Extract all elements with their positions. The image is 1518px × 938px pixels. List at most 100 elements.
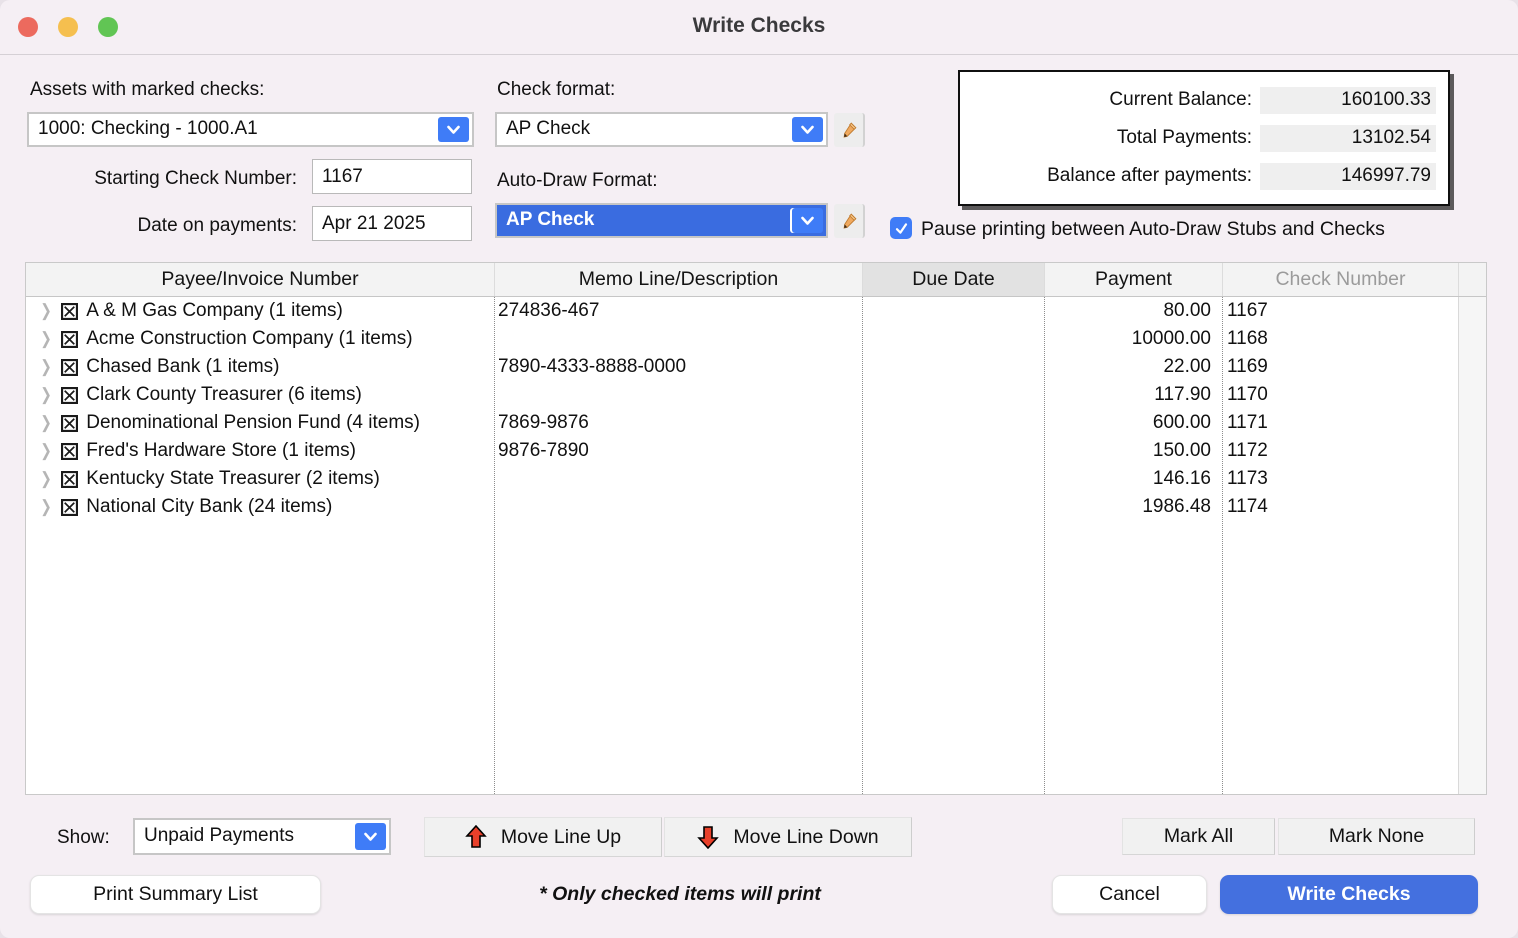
disclosure-chevron-icon[interactable]: ❯ (40, 385, 51, 405)
column-header-memo[interactable]: Memo Line/Description (494, 263, 862, 296)
check-format-label: Check format: (497, 79, 615, 101)
window-title: Write Checks (0, 14, 1518, 38)
table-row[interactable]: ❯ Acme Construction Company (1 items) 10… (26, 325, 1486, 353)
column-header-payee[interactable]: Payee/Invoice Number (26, 263, 494, 296)
table-body: ❯ A & M Gas Company (1 items) 274836-467… (26, 297, 1486, 794)
chevron-down-icon[interactable] (792, 208, 823, 233)
row-checkbox[interactable] (61, 387, 78, 404)
disclosure-chevron-icon[interactable]: ❯ (40, 301, 51, 321)
mark-all-button[interactable]: Mark All (1122, 818, 1275, 855)
column-header-spacer (1458, 263, 1486, 296)
mark-none-label: Mark None (1329, 825, 1424, 848)
show-filter-combo[interactable]: Unpaid Payments (133, 818, 391, 855)
payee-name: Clark County Treasurer (6 items) (86, 384, 362, 406)
payee-name: Kentucky State Treasurer (2 items) (86, 468, 380, 490)
pause-printing-label: Pause printing between Auto-Draw Stubs a… (921, 218, 1385, 241)
edit-autodraw-format-button[interactable] (834, 204, 865, 238)
red-down-arrow-icon (697, 825, 719, 849)
chevron-down-icon[interactable] (438, 117, 469, 142)
row-checkbox[interactable] (61, 499, 78, 516)
table-row[interactable]: ❯ Fred's Hardware Store (1 items) 9876-7… (26, 437, 1486, 465)
row-checkbox[interactable] (61, 415, 78, 432)
write-checks-button[interactable]: Write Checks (1220, 875, 1478, 914)
check-number-cell: 1174 (1222, 496, 1458, 518)
move-line-up-button[interactable]: Move Line Up (424, 817, 662, 857)
balance-summary-box: Current Balance: 160100.33 Total Payment… (958, 70, 1450, 206)
memo-cell: 7890-4333-8888-0000 (494, 356, 862, 378)
red-up-arrow-icon (465, 825, 487, 849)
table-row[interactable]: ❯ Kentucky State Treasurer (2 items) 146… (26, 465, 1486, 493)
show-filter-value: Unpaid Payments (144, 825, 294, 847)
payments-table: Payee/Invoice Number Memo Line/Descripti… (25, 262, 1487, 795)
balance-after-label: Balance after payments: (1047, 165, 1252, 187)
move-line-down-button[interactable]: Move Line Down (664, 817, 912, 857)
check-number-cell: 1169 (1222, 356, 1458, 378)
autodraw-format-combo[interactable]: AP Check (495, 203, 828, 238)
row-checkbox[interactable] (61, 303, 78, 320)
pencil-icon (840, 121, 858, 139)
row-checkbox[interactable] (61, 331, 78, 348)
starting-check-label: Starting Check Number: (30, 168, 297, 190)
column-header-check-number[interactable]: Check Number (1222, 263, 1458, 296)
print-summary-label: Print Summary List (93, 883, 258, 906)
check-number-cell: 1167 (1222, 300, 1458, 322)
date-label: Date on payments: (30, 215, 297, 237)
edit-check-format-button[interactable] (834, 113, 865, 147)
assets-combo[interactable]: 1000: Checking - 1000.A1 (27, 112, 474, 147)
only-checked-note: * Only checked items will print (430, 883, 930, 906)
disclosure-chevron-icon[interactable]: ❯ (40, 413, 51, 433)
vertical-scrollbar[interactable] (1458, 297, 1486, 794)
disclosure-chevron-icon[interactable]: ❯ (40, 329, 51, 349)
disclosure-chevron-icon[interactable]: ❯ (40, 441, 51, 461)
chevron-down-icon[interactable] (792, 117, 823, 142)
total-payments-label: Total Payments: (1117, 127, 1252, 149)
cancel-label: Cancel (1099, 883, 1160, 906)
payee-name: A & M Gas Company (1 items) (86, 300, 343, 322)
table-row[interactable]: ❯ Chased Bank (1 items) 7890-4333-8888-0… (26, 353, 1486, 381)
table-row[interactable]: ❯ Denominational Pension Fund (4 items) … (26, 409, 1486, 437)
payee-name: Acme Construction Company (1 items) (86, 328, 412, 350)
check-format-combo[interactable]: AP Check (495, 112, 828, 147)
column-divider (1044, 297, 1045, 794)
payee-name: National City Bank (24 items) (86, 496, 332, 518)
assets-combo-value: 1000: Checking - 1000.A1 (38, 118, 258, 140)
payment-cell: 117.90 (1044, 384, 1222, 406)
move-line-up-label: Move Line Up (501, 826, 621, 849)
column-divider (862, 297, 863, 794)
checkmark-icon (894, 221, 909, 236)
chevron-down-icon[interactable] (355, 823, 386, 850)
disclosure-chevron-icon[interactable]: ❯ (40, 497, 51, 517)
memo-cell: 9876-7890 (494, 440, 862, 462)
check-number-cell: 1168 (1222, 328, 1458, 350)
row-checkbox[interactable] (61, 471, 78, 488)
row-checkbox[interactable] (61, 359, 78, 376)
check-number-cell: 1171 (1222, 412, 1458, 434)
row-checkbox[interactable] (61, 443, 78, 460)
disclosure-chevron-icon[interactable]: ❯ (40, 469, 51, 489)
starting-check-input[interactable] (312, 159, 472, 194)
payment-cell: 150.00 (1044, 440, 1222, 462)
column-header-due-date[interactable]: Due Date (862, 263, 1044, 296)
date-input[interactable] (312, 206, 472, 241)
check-number-cell: 1173 (1222, 468, 1458, 490)
column-header-payment[interactable]: Payment (1044, 263, 1222, 296)
payee-name: Denominational Pension Fund (4 items) (86, 412, 420, 434)
mark-none-button[interactable]: Mark None (1278, 818, 1475, 855)
disclosure-chevron-icon[interactable]: ❯ (40, 357, 51, 377)
move-line-down-label: Move Line Down (733, 826, 878, 849)
memo-cell: 274836-467 (494, 300, 862, 322)
check-number-cell: 1170 (1222, 384, 1458, 406)
payment-cell: 80.00 (1044, 300, 1222, 322)
table-row[interactable]: ❯ A & M Gas Company (1 items) 274836-467… (26, 297, 1486, 325)
total-payments-value: 13102.54 (1260, 125, 1436, 152)
current-balance-label: Current Balance: (1109, 89, 1252, 111)
table-row[interactable]: ❯ National City Bank (24 items) 1986.48 … (26, 493, 1486, 521)
payee-name: Fred's Hardware Store (1 items) (86, 440, 356, 462)
pause-printing-checkbox[interactable] (890, 217, 912, 239)
cancel-button[interactable]: Cancel (1052, 875, 1207, 914)
table-row[interactable]: ❯ Clark County Treasurer (6 items) 117.9… (26, 381, 1486, 409)
print-summary-button[interactable]: Print Summary List (30, 875, 321, 914)
assets-label: Assets with marked checks: (30, 79, 264, 101)
payee-name: Chased Bank (1 items) (86, 356, 279, 378)
payment-cell: 10000.00 (1044, 328, 1222, 350)
